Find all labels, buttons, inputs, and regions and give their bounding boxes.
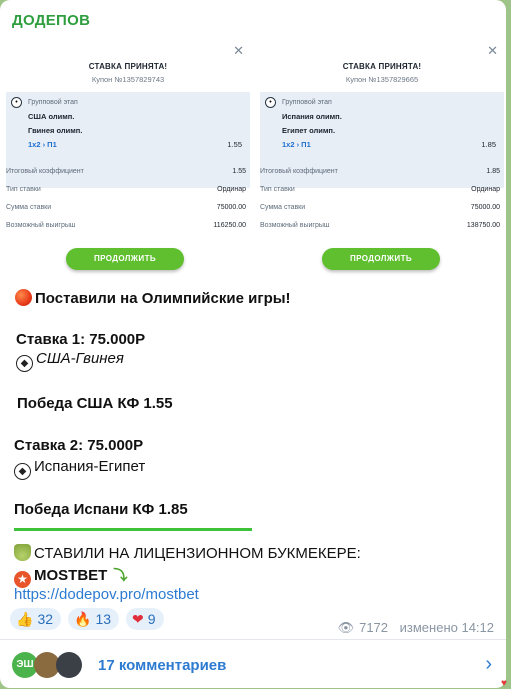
edited-time: изменено 14:12 (399, 620, 494, 635)
soccer-ball-icon: ◆ (16, 355, 33, 372)
green-divider (14, 528, 252, 531)
continue-button: ПРОДОЛЖИТЬ (322, 248, 440, 270)
headline: Поставили на Олимпийские игры! (15, 289, 291, 307)
bet1-match: ◆ США-Гвинея (16, 350, 124, 372)
close-icon: ✕ (487, 44, 498, 59)
arrow-down-icon: ⤵ (113, 567, 128, 583)
message-meta: 👁 7172 изменено 14:12 (338, 620, 494, 636)
fire-icon: 🔥 (74, 611, 92, 627)
team-away: Гвинея олимп. (28, 126, 83, 135)
reaction-count: 13 (95, 611, 112, 627)
summary-value: 1.55 (232, 168, 246, 175)
comments-bar[interactable]: ЭШ 17 комментариев › (0, 639, 506, 688)
reaction-count: 32 (37, 611, 54, 627)
coupon-card[interactable]: ✕ СТАВКА ПРИНЯТА! Купон №1357829743 • Гр… (2, 38, 254, 284)
bet1-match-text: США-Гвинея (36, 350, 124, 367)
summary-value: Ординар (217, 186, 246, 193)
bet2-match: ◆ Испания-Египет (14, 458, 145, 480)
soccer-ball-icon: • (11, 97, 22, 108)
bet-market: 1x2 › П1 (282, 140, 311, 149)
summary-label: Сумма ставки (260, 204, 306, 211)
coupon-card[interactable]: ✕ СТАВКА ПРИНЯТА! Купон №1357829665 • Гр… (256, 38, 506, 284)
summary-label: Тип ставки (260, 186, 295, 193)
close-icon: ✕ (233, 44, 244, 59)
bookmaker-name: ★ MOSTBET ⤵ (14, 565, 127, 588)
summary-value: 1.85 (486, 168, 500, 175)
summary-label: Сумма ставки (6, 204, 52, 211)
heart-icon: ♥ (501, 678, 507, 689)
view-count: 7172 (359, 620, 389, 635)
coupon-title: СТАВКА ПРИНЯТА! (88, 62, 168, 71)
summary-value: 75000.00 (216, 204, 246, 211)
summary-row: Тип ставки Ординар (6, 186, 250, 200)
money-bag-icon (14, 544, 31, 561)
red-circle-icon (15, 289, 32, 306)
reaction-thumbs-up[interactable]: 👍 32 (10, 608, 62, 630)
summary-label: Возможный выигрыш (6, 222, 76, 229)
bet1-pick: Победа США КФ 1.55 (17, 395, 173, 412)
summary-label: Тип ставки (6, 186, 41, 193)
team-away: Египет олимп. (282, 126, 336, 135)
message-bubble: ДОДЕПОВ ✕ СТАВКА ПРИНЯТА! Купон №1357829… (0, 0, 506, 688)
bet1-title: Ставка 1: 75.000Р (16, 331, 146, 348)
chevron-right-icon[interactable]: › (485, 653, 492, 676)
thumbs-up-icon: 👍 (16, 611, 34, 627)
team-home: Испания олимп. (282, 112, 342, 121)
summary-label: Итоговый коэффициент (6, 168, 84, 175)
bet2-pick: Победа Испани КФ 1.85 (14, 501, 188, 518)
channel-name[interactable]: ДОДЕПОВ (12, 12, 90, 29)
continue-button: ПРОДОЛЖИТЬ (66, 248, 184, 270)
summary-row: Сумма ставки 75000.00 (6, 204, 250, 218)
summary-row: Итоговый коэффициент 1.55 (6, 168, 250, 182)
soccer-ball-icon: • (265, 97, 276, 108)
eye-icon: 👁 (337, 620, 355, 635)
reaction-fire[interactable]: 🔥 13 (68, 608, 120, 630)
summary-row: Тип ставки Ординар (260, 186, 504, 200)
bookmaker-line: СТАВИЛИ НА ЛИЦЕНЗИОННОМ БУКМЕКЕРЕ: (14, 544, 361, 562)
bet-odd: 1.55 (227, 140, 242, 149)
coupon-title: СТАВКА ПРИНЯТА! (342, 62, 422, 71)
coupon-number: Купон №1357829665 (345, 75, 419, 84)
coupon-number: Купон №1357829743 (91, 75, 165, 84)
soccer-ball-icon: ◆ (14, 463, 31, 480)
team-home: США олимп. (28, 112, 75, 121)
bet-market: 1x2 › П1 (28, 140, 57, 149)
bookmaker-name-text: MOSTBET (34, 567, 108, 584)
bet-odd: 1.85 (481, 140, 496, 149)
bet2-match-text: Испания-Египет (34, 458, 146, 475)
reaction-count: 9 (147, 611, 156, 627)
match-stage: Групповой этап (282, 99, 332, 106)
summary-row: Сумма ставки 75000.00 (260, 204, 504, 218)
bet2-title: Ставка 2: 75.000Р (14, 437, 144, 454)
summary-value: Ординар (471, 186, 500, 193)
summary-row: Итоговый коэффициент 1.85 (260, 168, 504, 182)
summary-row: Возможный выигрыш 138750.00 (260, 222, 504, 236)
summary-value: 138750.00 (466, 222, 500, 229)
heart-icon: ❤ (132, 611, 144, 627)
summary-label: Возможный выигрыш (260, 222, 330, 229)
match-stage: Групповой этап (28, 99, 78, 106)
summary-value: 116250.00 (213, 222, 246, 229)
summary-value: 75000.00 (470, 204, 500, 211)
bookmaker-link[interactable]: https://dodepov.pro/mostbet (14, 586, 199, 603)
summary-row: Возможный выигрыш 116250.00 (6, 222, 250, 236)
avatar (56, 652, 82, 678)
bookmaker-line-text: СТАВИЛИ НА ЛИЦЕНЗИОННОМ БУКМЕКЕРЕ: (34, 545, 361, 562)
summary-label: Итоговый коэффициент (260, 168, 338, 175)
headline-text: Поставили на Олимпийские игры! (35, 290, 291, 307)
comments-count[interactable]: 17 комментариев (98, 657, 226, 674)
reaction-heart[interactable]: ❤ 9 (126, 608, 164, 630)
